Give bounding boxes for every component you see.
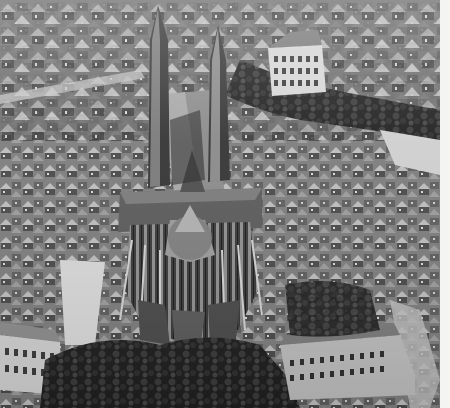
- photo-border-right: [440, 0, 450, 408]
- photo-canvas: [0, 0, 450, 408]
- photo-haze: [0, 0, 440, 408]
- aerial-photograph: [0, 0, 450, 408]
